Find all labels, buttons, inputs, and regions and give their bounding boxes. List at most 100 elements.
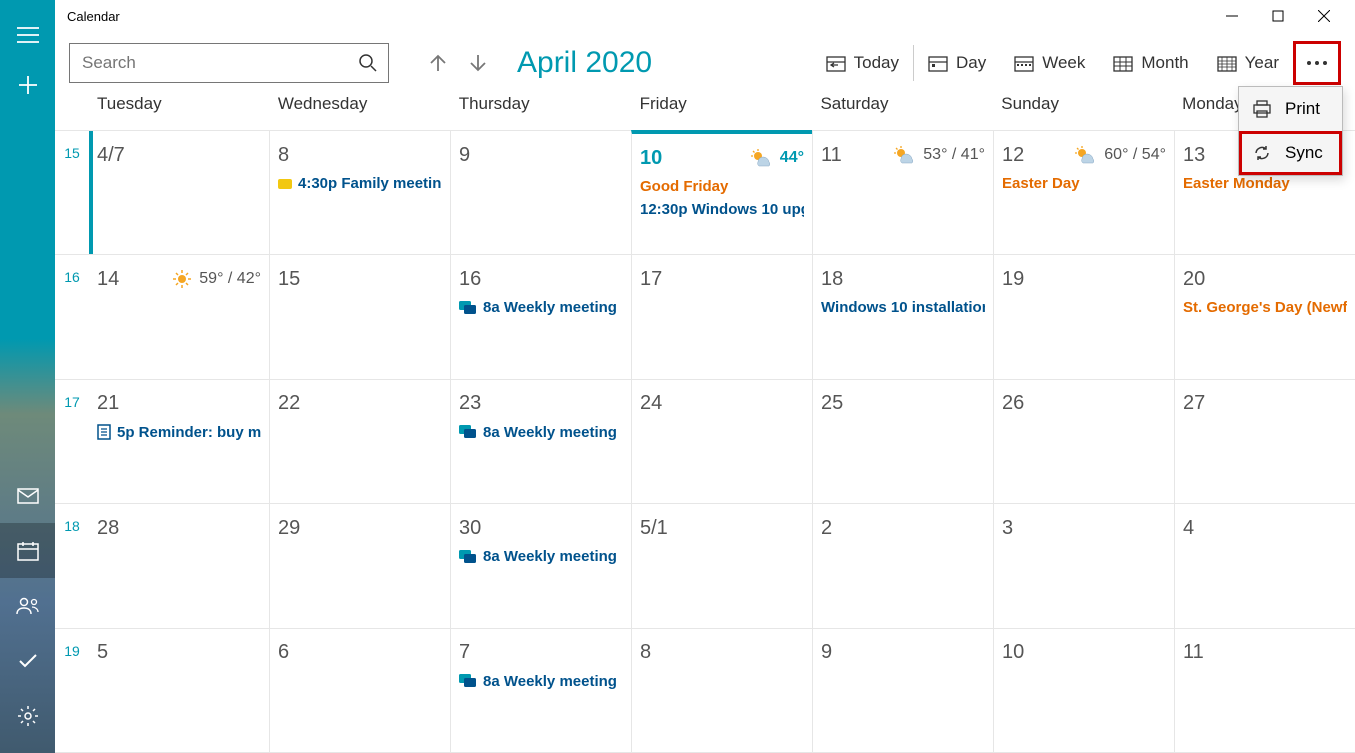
- calendar-cell[interactable]: 3: [993, 504, 1174, 627]
- calendar-cell[interactable]: 1153° / 41°: [812, 131, 993, 254]
- event-item[interactable]: 8a Weekly meeting: [459, 299, 623, 316]
- week-number: 19: [55, 629, 89, 752]
- calendar-cell[interactable]: 20St. George's Day (Newfo: [1174, 255, 1355, 378]
- date-number: 3: [1002, 517, 1013, 540]
- weekday-label: Sunday: [993, 94, 1174, 114]
- weather-temp: 59° / 42°: [199, 270, 261, 288]
- calendar-cell[interactable]: 17: [631, 255, 812, 378]
- weekday-label: Thursday: [451, 94, 632, 114]
- day-button[interactable]: Day: [914, 43, 1000, 83]
- event-item[interactable]: Easter Day: [1002, 175, 1166, 192]
- people-button[interactable]: [0, 578, 55, 633]
- calendar-cell[interactable]: 6: [269, 629, 450, 752]
- calendar-cell[interactable]: 2: [812, 504, 993, 627]
- calendar-cell[interactable]: 28: [89, 504, 269, 627]
- day-icon: [928, 54, 948, 72]
- minimize-button[interactable]: [1209, 0, 1255, 32]
- ellipsis-icon: [1306, 60, 1328, 66]
- maximize-icon: [1272, 10, 1284, 22]
- more-options-button[interactable]: [1293, 41, 1341, 85]
- calendar-cell[interactable]: 27: [1174, 380, 1355, 503]
- arrow-down-icon: [467, 52, 489, 74]
- event-item[interactable]: 12:30p Windows 10 upg: [640, 201, 804, 218]
- event-text: St. George's Day (Newfo: [1183, 299, 1347, 316]
- calendar-cell[interactable]: 215p Reminder: buy mil: [89, 380, 269, 503]
- event-text: 12:30p Windows 10 upg: [640, 201, 804, 218]
- settings-button[interactable]: [0, 688, 55, 743]
- calendar-cell[interactable]: 4: [1174, 504, 1355, 627]
- hamburger-button[interactable]: [0, 10, 55, 60]
- calendar-cell[interactable]: 24: [631, 380, 812, 503]
- search-icon[interactable]: [348, 43, 388, 83]
- search-box[interactable]: [69, 43, 389, 83]
- date-number: 14: [97, 268, 119, 291]
- calendar-cell[interactable]: 26: [993, 380, 1174, 503]
- date-number: 29: [278, 517, 300, 540]
- sync-menuitem[interactable]: Sync: [1239, 131, 1342, 175]
- calendar-cell[interactable]: 18Windows 10 installation: [812, 255, 993, 378]
- sync-label: Sync: [1285, 143, 1323, 163]
- calendar-cell[interactable]: 238a Weekly meeting: [450, 380, 631, 503]
- calendar-cell[interactable]: 7 8a Weekly meeting: [450, 629, 631, 752]
- month-button[interactable]: Month: [1099, 43, 1202, 83]
- calendar-cell[interactable]: 29: [269, 504, 450, 627]
- calendar-cell[interactable]: 168a Weekly meeting: [450, 255, 631, 378]
- calendar-cell[interactable]: 25: [812, 380, 993, 503]
- event-item[interactable]: 4:30p Family meeting: [278, 175, 442, 192]
- weekday-label: Saturday: [812, 94, 993, 114]
- event-text: Windows 10 installation: [821, 299, 985, 316]
- close-button[interactable]: [1301, 0, 1347, 32]
- close-icon: [1318, 10, 1330, 22]
- weekday-header: TuesdayWednesdayThursdayFridaySaturdaySu…: [55, 94, 1355, 130]
- date-number: 17: [640, 268, 662, 291]
- event-item[interactable]: 8a Weekly meeting: [459, 424, 623, 441]
- calendar-cell[interactable]: 1044°Good Friday12:30p Windows 10 upg: [631, 130, 812, 254]
- tasks-button[interactable]: [0, 633, 55, 688]
- year-button[interactable]: Year: [1203, 43, 1293, 83]
- today-button[interactable]: Today: [812, 43, 913, 83]
- prev-month-button[interactable]: [427, 52, 449, 74]
- maximize-button[interactable]: [1255, 0, 1301, 32]
- event-item[interactable]: 5p Reminder: buy mil: [97, 424, 261, 441]
- date-number: 28: [97, 517, 119, 540]
- week-label: Week: [1042, 53, 1085, 73]
- weather-temp: 44°: [780, 149, 804, 167]
- calendar-cell[interactable]: 15: [269, 255, 450, 378]
- calendar-cell[interactable]: 5: [89, 629, 269, 752]
- next-month-button[interactable]: [467, 52, 489, 74]
- calendar-cell[interactable]: 22: [269, 380, 450, 503]
- calendar-cell[interactable]: 9: [812, 629, 993, 752]
- calendar-cell[interactable]: 14 59° / 42°: [89, 255, 269, 378]
- event-item[interactable]: 8a Weekly meeting: [459, 673, 623, 690]
- mail-button[interactable]: [0, 468, 55, 523]
- search-input[interactable]: [70, 53, 348, 73]
- date-number: 5/1: [640, 517, 668, 540]
- add-event-button[interactable]: [0, 60, 55, 110]
- event-item[interactable]: St. George's Day (Newfo: [1183, 299, 1347, 316]
- window: Calendar April 2020 Today: [55, 0, 1355, 753]
- calendar-cell[interactable]: 8: [631, 629, 812, 752]
- print-menuitem[interactable]: Print: [1239, 87, 1342, 131]
- calendar-cell[interactable]: 84:30p Family meeting: [269, 131, 450, 254]
- event-item[interactable]: 8a Weekly meeting: [459, 548, 623, 565]
- calendar-button[interactable]: [0, 523, 55, 578]
- calendar-cell[interactable]: 5/1: [631, 504, 812, 627]
- calendar-cell[interactable]: 308a Weekly meeting: [450, 504, 631, 627]
- event-text: 4:30p Family meeting: [298, 175, 442, 192]
- month-title[interactable]: April 2020: [517, 46, 652, 80]
- event-item[interactable]: Good Friday: [640, 178, 804, 195]
- calendar-cell[interactable]: 9: [450, 131, 631, 254]
- weather-icon: [893, 145, 917, 165]
- calendar-cell[interactable]: 1260° / 54°Easter Day: [993, 131, 1174, 254]
- week-button[interactable]: Week: [1000, 43, 1099, 83]
- calendar-row: 154/784:30p Family meeting91044°Good Fri…: [55, 131, 1355, 255]
- calendar-cell[interactable]: 4/7: [89, 131, 269, 254]
- event-item[interactable]: Windows 10 installation: [821, 299, 985, 316]
- calendar-cell[interactable]: 10: [993, 629, 1174, 752]
- date-number: 19: [1002, 268, 1024, 291]
- calendar-cell[interactable]: 11: [1174, 629, 1355, 752]
- date-number: 7: [459, 641, 470, 664]
- checkmark-icon: [17, 652, 39, 670]
- event-item[interactable]: Easter Monday: [1183, 175, 1347, 192]
- calendar-cell[interactable]: 19: [993, 255, 1174, 378]
